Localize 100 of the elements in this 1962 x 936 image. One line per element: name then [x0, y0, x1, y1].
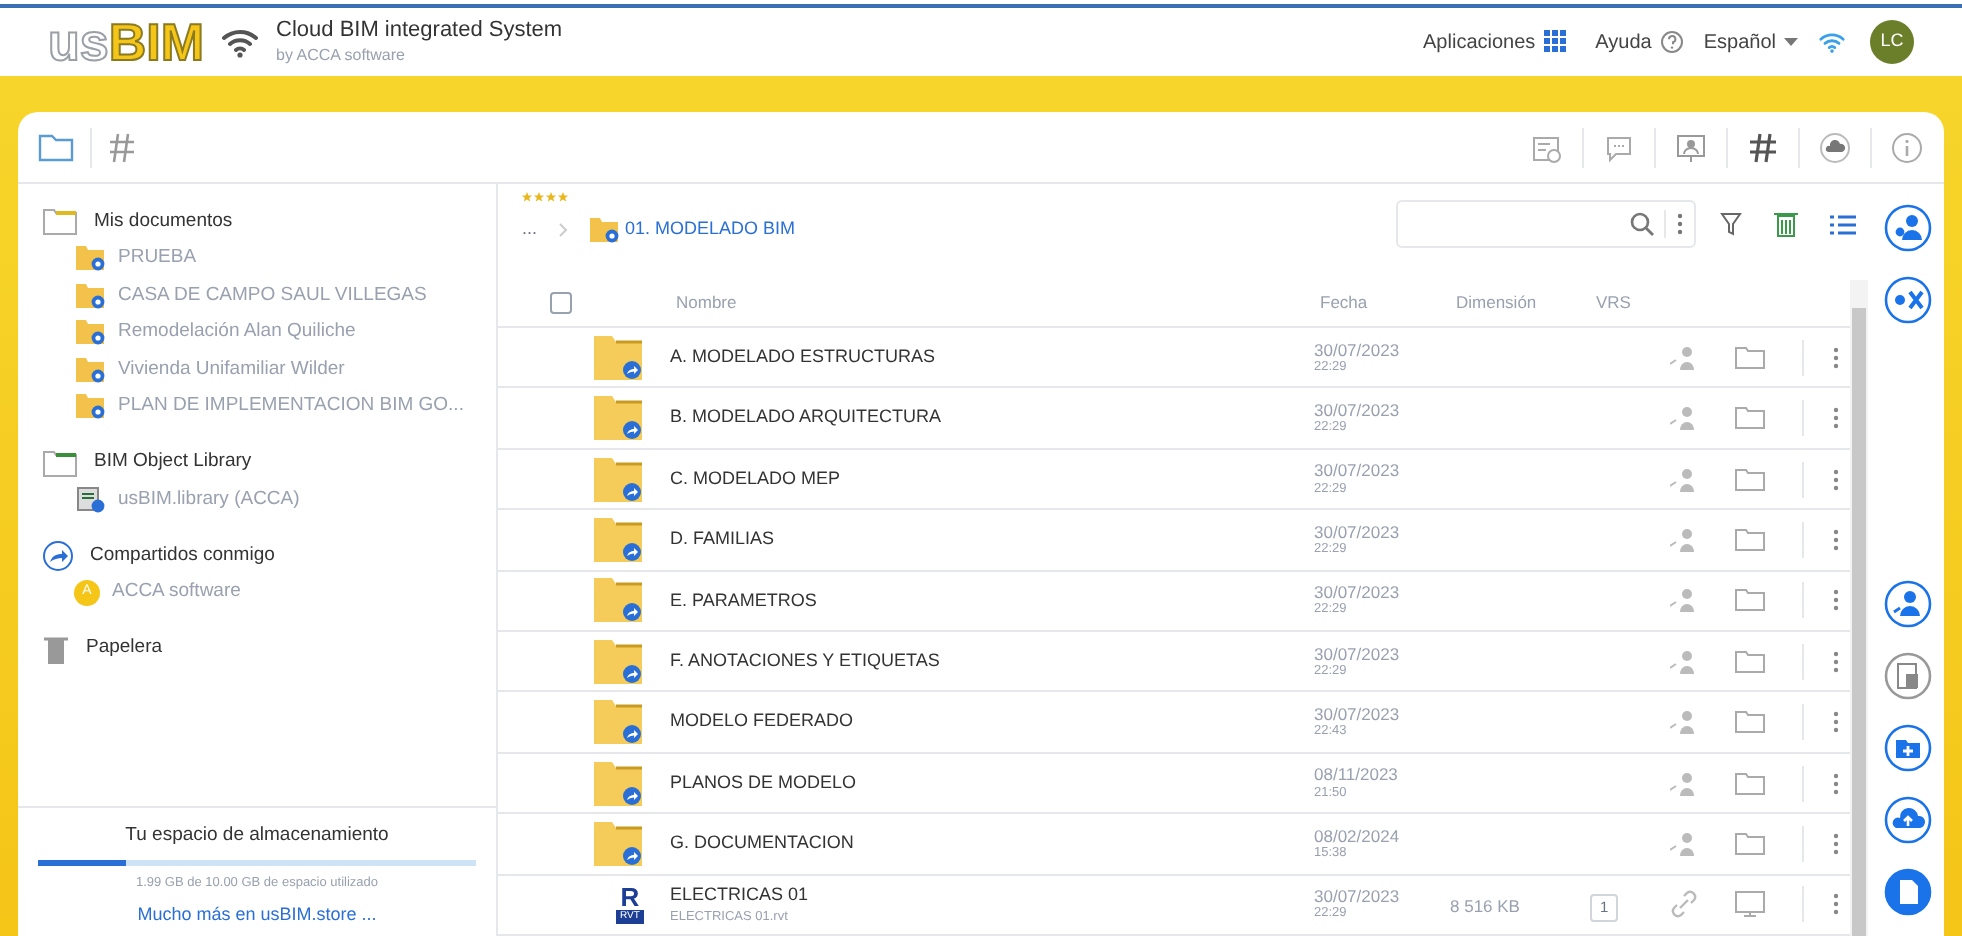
folder-icon [42, 449, 78, 477]
more-icon[interactable] [1832, 649, 1840, 674]
new-file-icon[interactable] [1884, 868, 1932, 916]
date-cell-text: 30/07/2023 [1314, 462, 1402, 482]
filter-icon[interactable] [1720, 212, 1742, 236]
more-icon[interactable] [1832, 771, 1840, 796]
folder-icon[interactable] [1734, 588, 1766, 613]
scrollbar-thumb[interactable] [1852, 308, 1866, 936]
grid-icon [1543, 30, 1568, 54]
storage-title: Tu espacio de almacenamiento [125, 821, 389, 849]
file-name[interactable]: D. FAMILIAS [670, 526, 1314, 554]
folder-icon[interactable] [38, 132, 74, 162]
more-icon[interactable] [1832, 831, 1840, 856]
folder-icon [592, 637, 644, 686]
folder-icon [592, 576, 644, 625]
file-name[interactable]: ELECTRICAS 01 [670, 881, 1314, 909]
more-icon[interactable] [1832, 467, 1840, 492]
more-icon[interactable] [1832, 345, 1840, 370]
folder-icon[interactable] [1734, 527, 1766, 552]
share-user-icon[interactable] [1884, 580, 1932, 628]
app-subtitle: by ACCA software [276, 45, 407, 66]
file-name[interactable]: C. MODELADO MEP [670, 465, 1314, 493]
folder-icon[interactable] [1734, 710, 1766, 735]
file-name[interactable]: G. DOCUMENTACION [670, 830, 1314, 858]
store-link[interactable]: Mucho más en usBIM.store ... [137, 901, 377, 928]
chat-icon[interactable] [1602, 131, 1636, 163]
wifi-icon [220, 26, 261, 58]
search-field[interactable] [1396, 200, 1696, 248]
trash-icon[interactable] [1774, 210, 1798, 238]
date-cell-text: 08/02/2024 [1314, 827, 1402, 847]
share-user-icon[interactable] [1670, 710, 1698, 735]
more-icon[interactable] [1832, 710, 1840, 735]
user-settings-icon[interactable] [1884, 204, 1932, 252]
share-user-icon[interactable] [1670, 406, 1698, 431]
sidebar-item[interactable]: Compartidos conmigo [42, 538, 275, 574]
date-cell-text: 30/07/2023 [1314, 584, 1402, 603]
date-cell-text: 30/07/2023 [1314, 341, 1402, 360]
app-title: Cloud BIM integrated System [276, 18, 563, 46]
sidebar-item[interactable]: BIM Object Library [42, 445, 252, 481]
info-icon[interactable] [1890, 131, 1924, 163]
share-user-icon[interactable] [1670, 527, 1698, 552]
file-name[interactable]: PLANOS DE MODELO [670, 769, 1314, 797]
share-user-icon[interactable] [1670, 345, 1698, 370]
shared-icon [42, 540, 74, 572]
share-user-icon[interactable] [1670, 771, 1698, 796]
cloud-upload-icon[interactable] [1884, 796, 1932, 844]
presentation-icon[interactable] [1674, 131, 1708, 163]
folder-add-icon[interactable] [1884, 724, 1932, 772]
more-icon[interactable] [1832, 588, 1840, 613]
folder-icon[interactable] [1734, 345, 1766, 370]
folder-icon [74, 392, 106, 421]
folder-icon [592, 394, 644, 443]
folder-icon[interactable] [1734, 831, 1766, 856]
select-all-checkbox[interactable] [550, 292, 572, 315]
date-cell-text: 30/07/2023 [1314, 888, 1402, 907]
list-icon[interactable] [1830, 213, 1856, 235]
share-user-icon[interactable] [1670, 467, 1698, 492]
folder-icon [592, 759, 644, 808]
file-name[interactable]: MODELO FEDERADO [670, 708, 1314, 736]
user-avatar[interactable]: LC [1870, 20, 1914, 64]
folder-icon[interactable] [1734, 406, 1766, 431]
hash-icon[interactable] [1746, 131, 1780, 163]
breadcrumb-ellipsis[interactable]: ... [522, 216, 538, 244]
sidebar-item[interactable]: Mis documentos [42, 204, 233, 240]
folder-icon [42, 208, 78, 236]
breadcrumb-folder[interactable]: 01. MODELADO BIM [587, 216, 796, 244]
more-icon[interactable] [1832, 892, 1840, 917]
language-dropdown[interactable]: Español [1703, 27, 1798, 57]
folder-icon [587, 216, 620, 244]
calendar-icon[interactable] [1530, 131, 1564, 163]
monitor-icon[interactable] [1734, 890, 1766, 919]
sidebar-item[interactable]: Papelera [42, 631, 163, 667]
share-user-icon[interactable] [1670, 588, 1698, 613]
size-cell: 8 516 KB [1450, 896, 1520, 917]
file-name[interactable]: E. PARAMETROS [670, 587, 1314, 615]
file-name[interactable]: B. MODELADO ARQUITECTURA [670, 404, 1314, 432]
folder-icon [592, 515, 644, 564]
link-icon[interactable] [1670, 890, 1698, 919]
help-button[interactable]: Ayuda [1595, 27, 1684, 57]
folder-icon[interactable] [1734, 467, 1766, 492]
folder-icon [74, 355, 106, 384]
wifi-icon [1818, 30, 1846, 54]
file-name[interactable]: F. ANOTACIONES Y ETIQUETAS [670, 647, 1314, 675]
folder-icon [592, 819, 644, 868]
cloud-icon[interactable] [1818, 131, 1852, 163]
more-icon[interactable] [1832, 527, 1840, 552]
help-icon [1659, 30, 1684, 54]
folder-icon [74, 318, 106, 347]
apps-button[interactable]: Aplicaciones [1423, 27, 1568, 57]
caret-icon [1784, 37, 1798, 47]
folder-icon[interactable] [1734, 649, 1766, 674]
folder-icon[interactable] [1734, 771, 1766, 796]
folder-icon [592, 455, 644, 504]
share-user-icon[interactable] [1670, 831, 1698, 856]
folder-icon [592, 333, 644, 382]
date-cell-text: 30/07/2023 [1314, 401, 1402, 421]
share-user-icon[interactable] [1670, 649, 1698, 674]
file-name[interactable]: A. MODELADO ESTRUCTURAS [670, 344, 1314, 372]
more-icon[interactable] [1832, 406, 1840, 431]
folder-icon [592, 698, 644, 747]
